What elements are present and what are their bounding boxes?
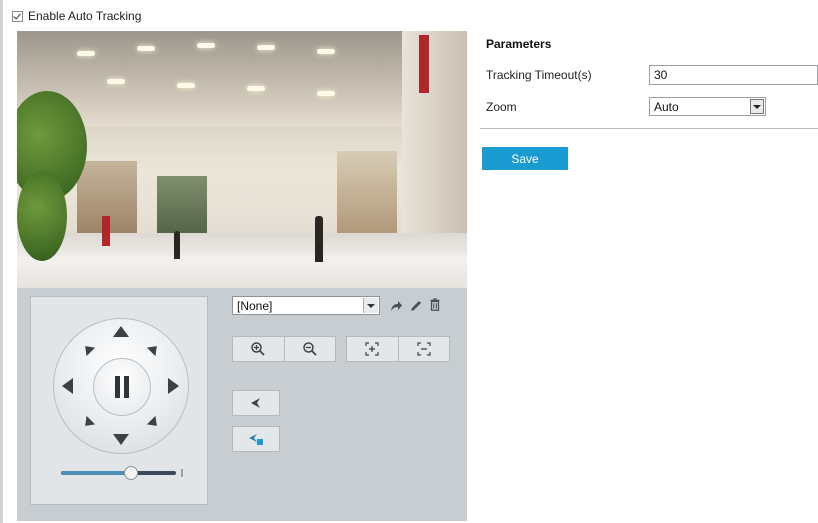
zoom-button-group [232, 336, 336, 362]
live-video[interactable] [17, 31, 467, 288]
tracking-timeout-input[interactable] [649, 65, 818, 85]
chevron-down-icon[interactable] [363, 298, 378, 313]
direction-pad-box [30, 296, 208, 505]
left-border [0, 0, 3, 523]
edit-preset-icon[interactable] [409, 299, 423, 313]
ptz-control-panel: [None] [17, 288, 467, 521]
focus-near-icon [365, 342, 379, 356]
focus-far-button[interactable] [397, 337, 450, 361]
save-button[interactable]: Save [482, 147, 568, 170]
tracking-arrow-icon [251, 398, 260, 408]
zoom-in-icon [251, 342, 265, 356]
lock-tracking-button[interactable] [232, 426, 280, 452]
zoom-select[interactable]: Auto [649, 97, 766, 116]
go-to-preset-icon[interactable] [389, 299, 403, 313]
pan-up-left-arrow-icon[interactable] [80, 341, 96, 357]
zoom-out-icon [303, 342, 317, 356]
focus-far-icon [417, 342, 431, 356]
pan-up-arrow-icon[interactable] [113, 326, 129, 337]
pan-down-arrow-icon[interactable] [113, 434, 129, 445]
enable-auto-tracking-label: Enable Auto Tracking [28, 9, 142, 23]
focus-button-group [346, 336, 450, 362]
focus-near-button[interactable] [347, 337, 398, 361]
enable-auto-tracking-row[interactable]: Enable Auto Tracking [12, 7, 141, 25]
preset-select[interactable]: [None] [232, 296, 380, 315]
pause-button[interactable] [93, 358, 151, 416]
preset-select-value: [None] [237, 299, 273, 313]
manual-tracking-button[interactable] [232, 390, 280, 416]
direction-ring[interactable] [53, 318, 189, 454]
ptz-speed-slider-knob[interactable] [124, 466, 138, 480]
divider [480, 128, 818, 129]
delete-preset-icon[interactable] [428, 298, 442, 312]
tracking-target-icon [249, 434, 263, 445]
pan-up-right-arrow-icon[interactable] [146, 341, 162, 357]
zoom-label: Zoom [486, 100, 517, 114]
zoom-in-button[interactable] [233, 337, 284, 361]
zoom-out-button[interactable] [283, 337, 336, 361]
enable-auto-tracking-checkbox[interactable] [12, 10, 23, 22]
pan-down-left-arrow-icon[interactable] [80, 415, 96, 431]
pan-left-arrow-icon[interactable] [62, 378, 73, 394]
pan-down-right-arrow-icon[interactable] [146, 415, 162, 431]
pan-right-arrow-icon[interactable] [168, 378, 179, 394]
parameters-title: Parameters [486, 37, 552, 51]
tracking-timeout-label: Tracking Timeout(s) [486, 68, 592, 82]
pause-icon [114, 376, 130, 398]
chevron-down-icon[interactable] [750, 99, 764, 114]
zoom-select-value: Auto [654, 100, 679, 114]
ptz-speed-slider[interactable] [61, 466, 176, 480]
